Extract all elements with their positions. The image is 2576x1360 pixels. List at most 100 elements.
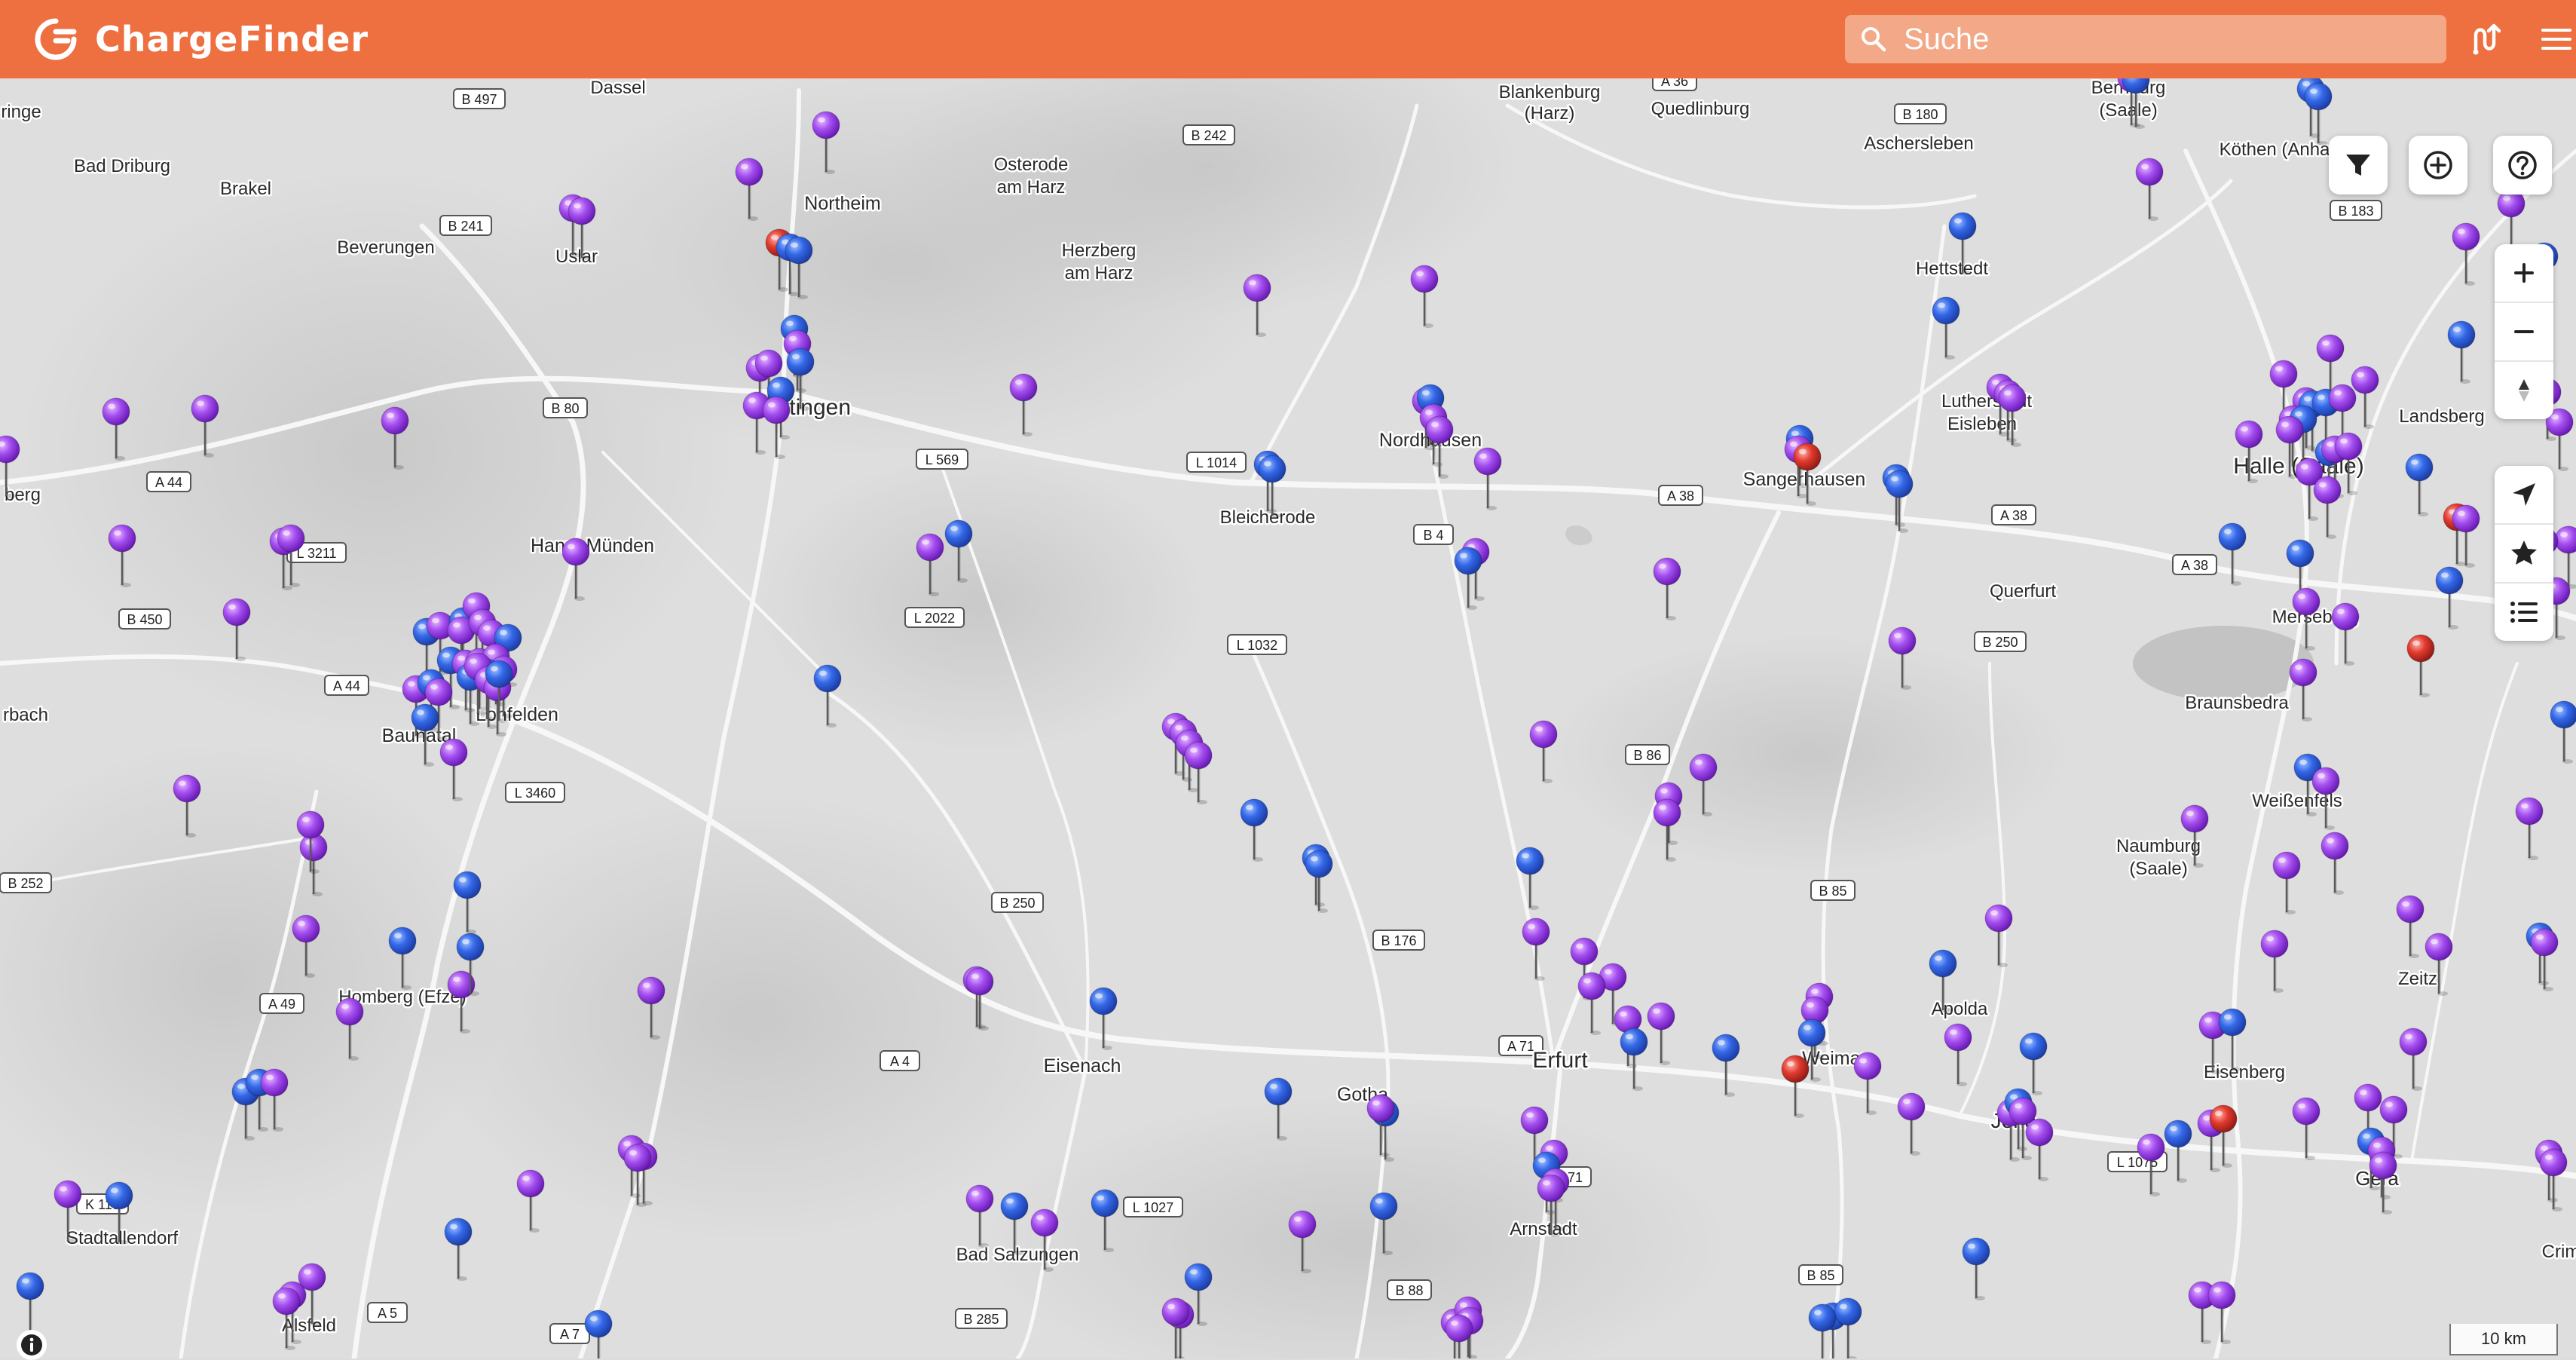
add-circle-icon [2424,151,2452,179]
road-number-label: A 44 [324,675,369,696]
road-number-label: B 250 [1974,631,2027,652]
compass-icon [2519,379,2529,402]
road-number-text: A 38 [2000,508,2027,523]
scale-bar: 10 km [2449,1324,2558,1355]
place-label: Apolda [1932,999,1988,1019]
route-planner-button[interactable] [2458,14,2510,65]
road-number-label: B 242 [1182,124,1235,145]
road-number-text: L 1027 [1133,1200,1173,1215]
road-number-label: B 250 [991,892,1044,913]
place-label: (Saale) [2099,100,2157,121]
help-button[interactable] [2493,136,2552,195]
road-number-label: B 180 [1894,103,1947,124]
road-number-label: B 85 [1798,1264,1843,1285]
road-number-text: A 7 [560,1327,580,1342]
road-number-label: B 85 [1810,880,1856,901]
scale-label: 10 km [2481,1329,2526,1348]
road-number-text: B 250 [1982,635,2018,650]
list-view-button[interactable] [2495,584,2553,641]
place-label: Blankenburg [1499,82,1601,103]
place-label: Zeitz [2398,969,2437,989]
list-icon [2510,602,2538,623]
plus-icon [2514,263,2534,283]
road-number-text: L 1032 [1237,638,1277,653]
place-label: Crim [2542,1242,2576,1262]
road-number-label: B 176 [1372,930,1425,951]
brand[interactable]: ChargeFinder [33,15,369,63]
place-label: Arnstadt [1510,1219,1577,1239]
road-number-label: A 38 [1658,485,1703,506]
place-label: Stadtallendorf [66,1228,178,1248]
road-number-text: B 250 [999,896,1035,911]
road-number-text: B 497 [461,92,497,107]
road-number-text: B 183 [2338,204,2373,219]
road-number-label: B 88 [1387,1279,1432,1300]
map-canvas[interactable]: B 497B 242A 36B 180B 183B 241B 80L 569 L … [0,0,2576,1358]
app-name: ChargeFinder [95,19,369,60]
road-number-text: B 450 [127,612,162,627]
add-station-button[interactable] [2409,136,2467,195]
road-number-text: L 569 [925,452,959,467]
road-number-label: B 252 [0,872,52,893]
road-number-label: A 4 [880,1050,920,1071]
locate-me-button[interactable] [2495,466,2553,525]
road-number-label: A 44 [146,471,191,492]
road-number-text: A 71 [1507,1039,1534,1054]
road-number-text: B 252 [8,876,43,891]
place-label: Herzberg [1062,240,1137,261]
place-label: Hann. Münden [531,535,654,556]
map-tools [2495,466,2553,641]
road-number-label: B 285 [955,1308,1008,1329]
place-label: Osterode [994,155,1069,175]
road-number-label: A 38 [1991,504,2036,525]
search-input[interactable] [1904,22,2416,57]
road-number-label: A 5 [367,1302,408,1323]
filter-button[interactable] [2329,136,2388,195]
place-label: Eisenach [1044,1055,1121,1077]
place-label: Bad Driburg [74,156,170,176]
route-icon [2473,23,2501,55]
place-label: Northeim [804,193,880,214]
favorites-button[interactable] [2495,525,2553,584]
search-icon [1862,27,1886,52]
search-bar[interactable] [1845,15,2446,63]
location-arrow-icon [2513,483,2535,506]
road-number-text: B 88 [1395,1283,1423,1298]
road-number-text: L 2022 [914,611,955,626]
road-number-text: A 38 [2181,558,2208,573]
road-number-text: B 180 [1902,107,1938,122]
compass-button[interactable] [2495,362,2553,419]
road-number-label: A 49 [259,993,304,1014]
place-label: am Harz [1065,263,1134,283]
zoom-controls [2495,244,2553,419]
place-label: Aschersleben [1864,133,1973,154]
minus-icon [2514,330,2534,333]
filter-icon [2346,155,2370,176]
place-label: Alsfeld [282,1316,336,1336]
road-number-label: B 450 [118,608,171,629]
road-number-text: A 4 [890,1054,910,1069]
road-number-label: L 3460 [505,782,565,803]
zoom-out-button[interactable] [2495,303,2553,362]
road-number-text: B 85 [1819,884,1846,899]
place-label: (Harz) [1525,103,1575,124]
place-label: rbach [3,705,48,725]
zoom-in-button[interactable] [2495,244,2553,303]
road-number-label: B 80 [543,397,588,418]
road-number-label: A 7 [549,1323,590,1344]
chargefinder-logo-icon [35,18,77,60]
road-number-label: B 497 [453,88,506,109]
road-number-text: B 242 [1191,128,1226,143]
road-number-text: B 86 [1633,748,1661,763]
attribution-button[interactable] [17,1330,47,1360]
menu-button[interactable] [2531,14,2576,65]
place-label: am Harz [997,177,1066,198]
road-number-text: L 1014 [1196,455,1237,470]
place-label: Naumburg [2116,836,2201,856]
road-number-label: L 1014 [1186,452,1247,473]
top-bar: ChargeFinder [0,0,2576,78]
road-number-label: A 38 [2172,554,2217,575]
place-label: ringe [1,102,41,122]
road-number-text: B 80 [551,401,579,416]
road-number-label: B 4 [1413,524,1454,545]
